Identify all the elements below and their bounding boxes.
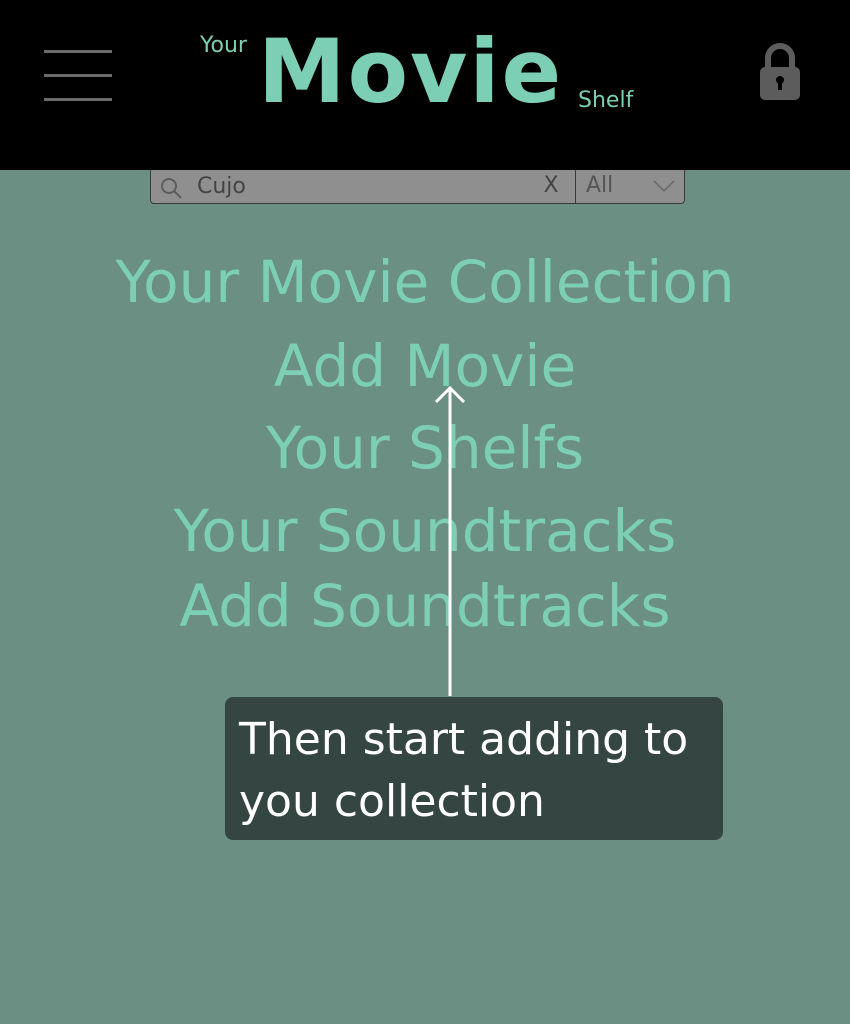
nav-item-add-movie[interactable]: Add Movie: [0, 332, 850, 400]
onboarding-tooltip: Then start adding to you collection: [225, 697, 723, 840]
nav-item-soundtracks[interactable]: Your Soundtracks: [0, 497, 850, 565]
nav-item-shelfs[interactable]: Your Shelfs: [0, 414, 850, 482]
main-nav: Your Movie Collection Add Movie Your She…: [0, 0, 850, 700]
nav-item-add-soundtracks[interactable]: Add Soundtracks: [0, 572, 850, 640]
nav-item-movie-collection[interactable]: Your Movie Collection: [0, 248, 850, 316]
tooltip-arrow-icon: [434, 384, 468, 700]
